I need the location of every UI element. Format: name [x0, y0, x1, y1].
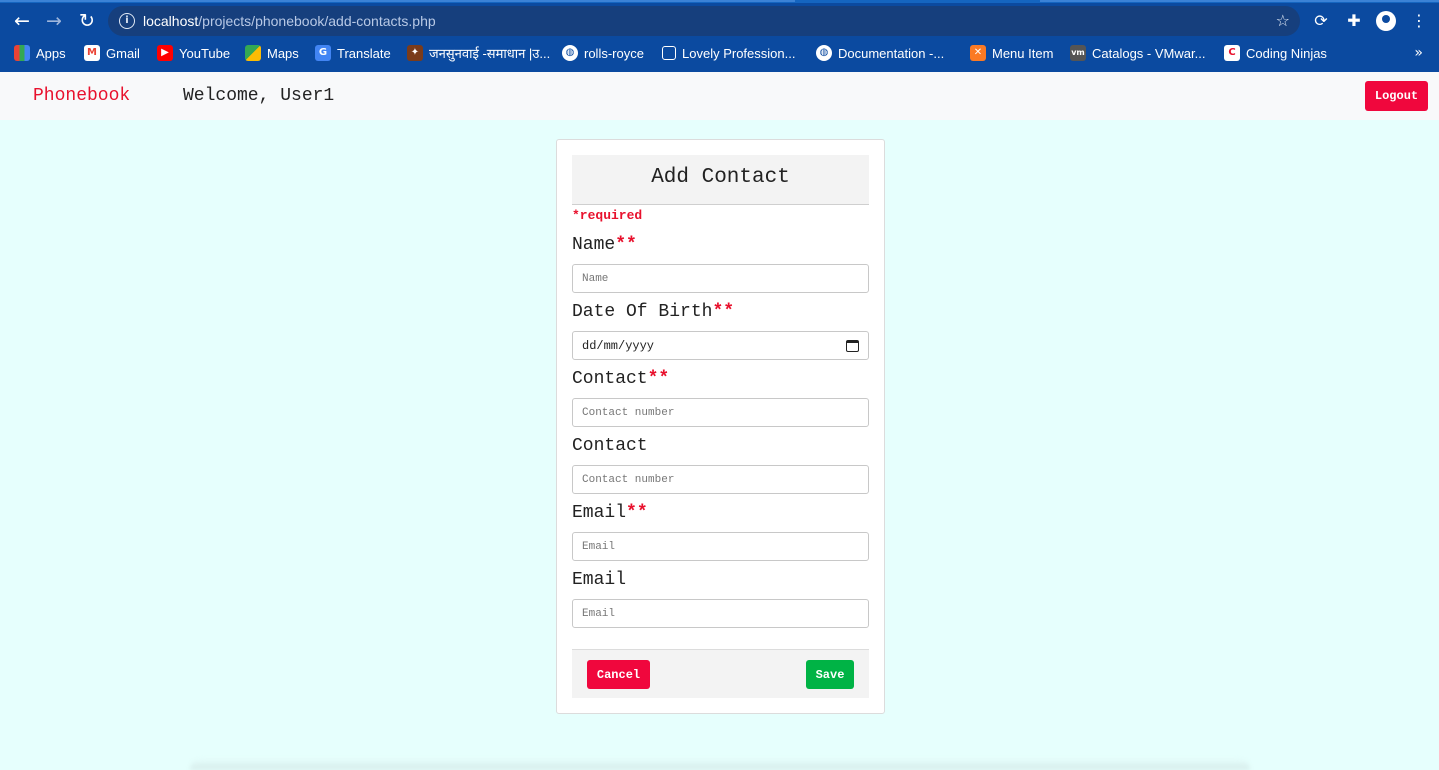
- required-marker: **: [615, 235, 637, 255]
- bookmark-label: Lovely Profession...: [682, 45, 796, 61]
- bookmarks-overflow-icon[interactable]: »: [1414, 40, 1423, 66]
- address-bar[interactable]: i localhost/projects/phonebook/add-conta…: [108, 6, 1300, 36]
- required-note: *required: [572, 208, 643, 223]
- bookmarks-bar: Apps M Gmail ▶ YouTube Maps G Translate …: [0, 40, 1439, 66]
- contact1-label-text: Contact: [572, 369, 648, 389]
- coding-ninjas-icon: C: [1224, 45, 1240, 61]
- name-label-text: Name: [572, 235, 616, 255]
- bookmark-label: Translate: [337, 45, 391, 61]
- gmail-icon: M: [84, 45, 100, 61]
- bookmark-apps[interactable]: Apps: [14, 40, 66, 66]
- required-marker: **: [712, 302, 735, 322]
- url-host: localhost: [143, 13, 199, 29]
- profile-avatar-icon[interactable]: [1376, 11, 1396, 31]
- sync-extension-icon[interactable]: ⟳: [1309, 9, 1333, 33]
- bookmark-rolls-royce[interactable]: ◍ rolls-royce: [562, 40, 644, 66]
- required-marker: **: [626, 503, 648, 523]
- bookmark-label: जनसुनवाई -समाधान |उ...: [429, 46, 551, 61]
- name-input[interactable]: [572, 264, 869, 293]
- bookmark-menu-item[interactable]: ✕ Menu Item: [970, 40, 1053, 66]
- email1-label: Email**: [572, 502, 648, 524]
- required-marker: **: [647, 369, 670, 389]
- bookmark-youtube[interactable]: ▶ YouTube: [157, 40, 230, 66]
- kebab-menu-icon[interactable]: ⋮: [1407, 9, 1431, 33]
- save-button[interactable]: Save: [806, 660, 854, 689]
- bookmark-label: YouTube: [179, 45, 231, 61]
- bookmark-label: Documentation -...: [838, 45, 945, 61]
- xampp-icon: ✕: [970, 45, 986, 61]
- calendar-icon[interactable]: [846, 339, 859, 352]
- bookmark-label: Coding Ninjas: [1246, 45, 1327, 61]
- brand-link[interactable]: Phonebook: [33, 72, 130, 120]
- email2-input[interactable]: [572, 599, 869, 628]
- bookmark-label: Apps: [36, 45, 66, 61]
- external-link-icon: [662, 46, 676, 60]
- card-title: Add Contact: [572, 155, 869, 205]
- bookmark-vmware[interactable]: vm Catalogs - VMwar...: [1070, 40, 1205, 66]
- contact1-label: Contact**: [572, 368, 669, 390]
- url-path: /projects/phonebook/add-contacts.php: [198, 13, 436, 29]
- page-bottom-shadow: [190, 758, 1250, 770]
- app-navbar: Phonebook Welcome, User1 Logout: [0, 72, 1439, 120]
- add-contact-card: Add Contact *required Name** Date Of Bir…: [556, 139, 885, 714]
- info-icon[interactable]: i: [119, 13, 135, 29]
- bookmark-translate[interactable]: G Translate: [315, 40, 391, 66]
- contact2-label: Contact: [572, 436, 648, 456]
- extensions-puzzle-icon[interactable]: ✚: [1342, 9, 1366, 33]
- apps-grid-icon: [14, 45, 30, 61]
- reload-icon[interactable]: ↻: [74, 8, 100, 34]
- bookmark-coding-ninjas[interactable]: C Coding Ninjas: [1224, 40, 1327, 66]
- dob-placeholder: dd/mm/yyyy: [582, 338, 655, 353]
- globe-icon: ◍: [816, 45, 832, 61]
- emblem-icon: ✦: [407, 45, 423, 61]
- url-text[interactable]: localhost/projects/phonebook/add-contact…: [143, 6, 436, 36]
- tab-indicator: [1040, 0, 1439, 2]
- bookmark-jansunwai[interactable]: ✦ जनसुनवाई -समाधान |उ...: [407, 40, 550, 66]
- dob-label-text: Date Of Birth: [572, 302, 713, 322]
- bookmark-gmail[interactable]: M Gmail: [84, 40, 140, 66]
- translate-icon: G: [315, 45, 331, 61]
- cancel-button[interactable]: Cancel: [587, 660, 650, 689]
- bookmark-label: Maps: [267, 45, 299, 61]
- forward-icon[interactable]: →: [41, 8, 67, 34]
- back-icon[interactable]: ←: [9, 8, 35, 34]
- bookmark-label: Menu Item: [992, 45, 1054, 61]
- tab-indicator: [0, 0, 795, 2]
- browser-chrome: ← → ↻ i localhost/projects/phonebook/add…: [0, 0, 1439, 72]
- vm-icon: vm: [1070, 45, 1086, 61]
- bookmark-lovely-profession[interactable]: Lovely Profession...: [662, 40, 795, 66]
- bookmark-maps[interactable]: Maps: [245, 40, 299, 66]
- dob-input[interactable]: dd/mm/yyyy: [572, 331, 869, 360]
- email2-label: Email: [572, 570, 627, 590]
- name-label: Name**: [572, 234, 637, 256]
- email1-label-text: Email: [572, 503, 627, 523]
- contact2-input[interactable]: [572, 465, 869, 494]
- logout-button[interactable]: Logout: [1365, 81, 1428, 111]
- welcome-text: Welcome, User1: [183, 86, 335, 106]
- bookmark-star-icon[interactable]: ☆: [1276, 6, 1290, 36]
- contact1-input[interactable]: [572, 398, 869, 427]
- maps-icon: [245, 45, 261, 61]
- card-footer: Cancel Save: [572, 649, 869, 698]
- bookmark-label: rolls-royce: [584, 45, 644, 61]
- bookmark-label: Catalogs - VMwar...: [1092, 45, 1206, 61]
- dob-label: Date Of Birth**: [572, 301, 734, 323]
- email1-input[interactable]: [572, 532, 869, 561]
- bookmark-label: Gmail: [106, 45, 140, 61]
- globe-icon: ◍: [562, 45, 578, 61]
- youtube-icon: ▶: [157, 45, 173, 61]
- bookmark-documentation[interactable]: ◍ Documentation -...: [816, 40, 944, 66]
